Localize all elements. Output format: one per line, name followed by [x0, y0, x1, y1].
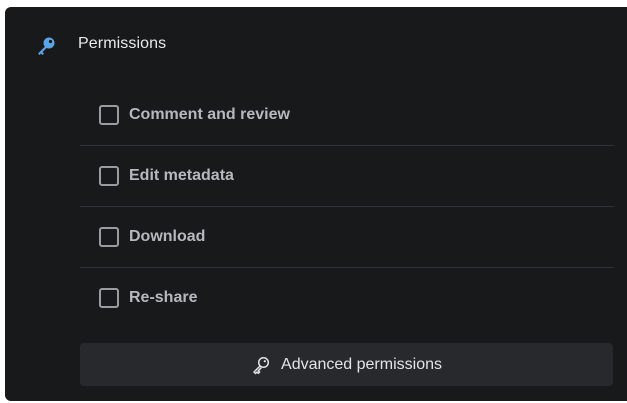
- permissions-panel: Permissions Comment and review Edit meta…: [5, 7, 627, 401]
- option-label: Download: [129, 228, 206, 245]
- advanced-permissions-button[interactable]: Advanced permissions: [80, 343, 613, 386]
- key-icon: [35, 35, 57, 57]
- comment-and-review-checkbox[interactable]: [99, 105, 119, 125]
- key-outline-icon: [251, 355, 271, 375]
- option-label: Comment and review: [129, 106, 290, 123]
- section-title: Permissions: [78, 35, 167, 52]
- permissions-header: Permissions: [5, 7, 627, 83]
- option-download[interactable]: Download: [80, 207, 614, 268]
- option-label: Edit metadata: [129, 167, 234, 184]
- re-share-checkbox[interactable]: [99, 288, 119, 308]
- permission-options-list: Comment and review Edit metadata Downloa…: [80, 85, 614, 328]
- download-checkbox[interactable]: [99, 227, 119, 247]
- edit-metadata-checkbox[interactable]: [99, 166, 119, 186]
- advanced-permissions-label: Advanced permissions: [281, 355, 442, 373]
- option-label: Re-share: [129, 289, 198, 306]
- option-edit-metadata[interactable]: Edit metadata: [80, 146, 614, 207]
- option-comment-and-review[interactable]: Comment and review: [80, 85, 614, 146]
- option-re-share[interactable]: Re-share: [80, 268, 614, 328]
